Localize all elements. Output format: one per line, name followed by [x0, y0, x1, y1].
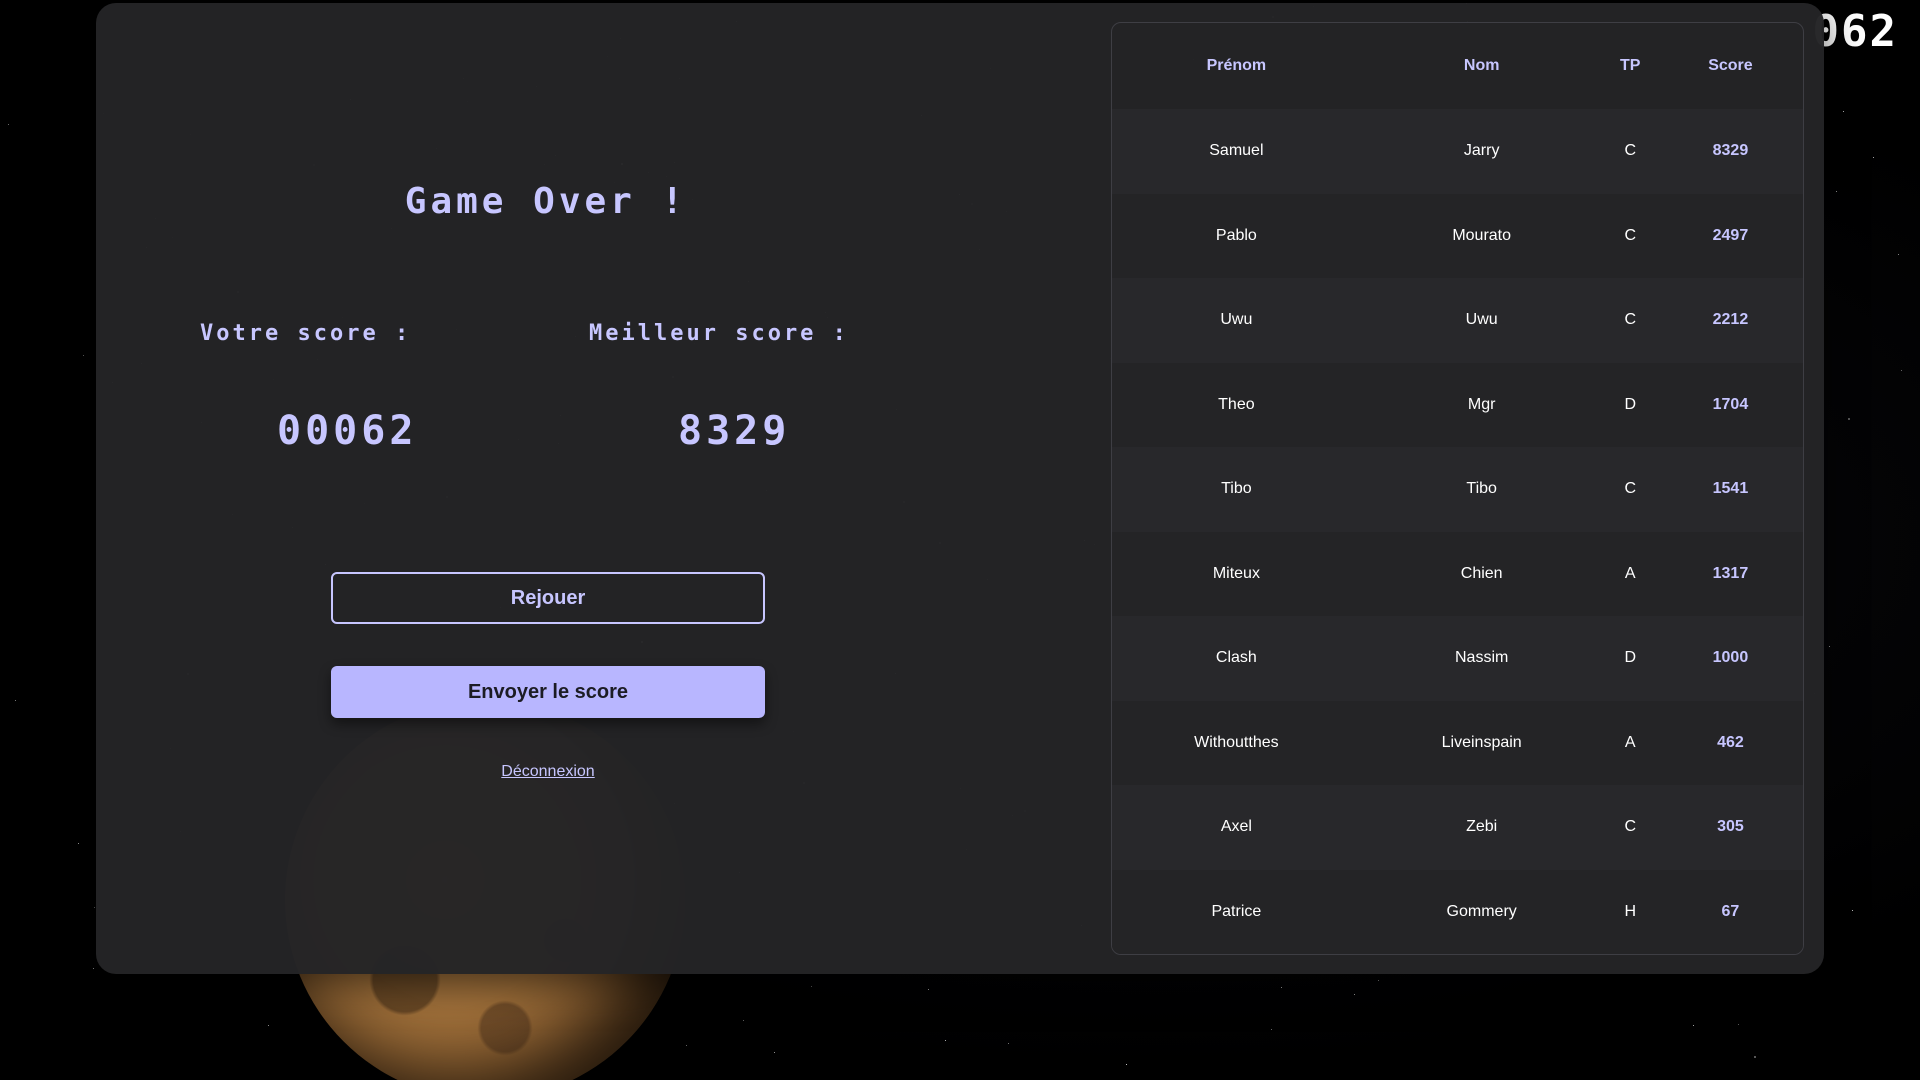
star [1901, 370, 1902, 371]
cell-nom: Nassim [1455, 649, 1509, 667]
cell-nom: Liveinspain [1441, 733, 1522, 751]
star [94, 907, 95, 908]
best-score-value: 8329 [678, 408, 791, 454]
cell-nom: Jarry [1463, 142, 1500, 160]
star [1848, 418, 1850, 420]
cell-nom: Mourato [1452, 226, 1512, 244]
cell-score: 8329 [1712, 142, 1749, 160]
cell-score: 305 [1717, 818, 1744, 836]
cell-prenom: Axel [1220, 818, 1252, 836]
star [945, 1040, 946, 1041]
table-row: Axel Zebi C 305 [1112, 785, 1803, 870]
table-row: Tibo Tibo C 1541 [1112, 447, 1803, 532]
leaderboard-header-row: Prénom Nom TP Score [1112, 23, 1803, 109]
your-score-label: Votre score : [200, 321, 412, 346]
star [1754, 1056, 1756, 1058]
cell-prenom: Uwu [1220, 311, 1253, 329]
table-row: Theo Mgr D 1704 [1112, 362, 1803, 447]
star [1852, 910, 1853, 911]
table-row: Patrice Gommery H 67 [1112, 869, 1803, 954]
star [1271, 1029, 1272, 1030]
star [83, 355, 84, 356]
star [1378, 980, 1379, 981]
star [811, 986, 812, 987]
star [8, 124, 9, 125]
cell-prenom: Patrice [1211, 902, 1262, 920]
star [93, 968, 94, 969]
cell-prenom: Miteux [1212, 564, 1260, 582]
your-score-value: 00062 [277, 408, 418, 454]
cell-tp: C [1624, 142, 1636, 160]
game-background: 062 Game Over ! Votre score : Meilleur s… [0, 0, 1920, 1080]
cell-tp: A [1624, 733, 1636, 751]
cell-prenom: Tibo [1221, 480, 1252, 498]
table-row: Miteux Chien A 1317 [1112, 531, 1803, 616]
cell-prenom: Pablo [1215, 226, 1257, 244]
star [686, 1045, 687, 1046]
star [15, 700, 16, 701]
cell-score: 2212 [1712, 311, 1749, 329]
cell-tp: D [1624, 395, 1636, 413]
cell-score: 2497 [1712, 226, 1749, 244]
star [1008, 1043, 1009, 1044]
cell-prenom: Theo [1218, 395, 1255, 413]
game-over-panel: Game Over ! Votre score : Meilleur score… [96, 3, 1824, 974]
column-header-prenom: Prénom [1206, 57, 1267, 74]
cell-tp: A [1624, 564, 1636, 582]
star [743, 1020, 744, 1021]
star [1738, 1024, 1739, 1025]
cell-score: 462 [1717, 733, 1744, 751]
cell-score: 67 [1721, 902, 1740, 920]
star [928, 989, 929, 990]
star [1693, 1025, 1694, 1026]
star [1126, 1064, 1127, 1065]
star [78, 843, 79, 844]
star [1829, 646, 1830, 647]
cell-tp: D [1624, 649, 1636, 667]
cell-prenom: Withoutthes [1194, 733, 1279, 751]
cell-nom: Mgr [1467, 395, 1496, 413]
game-over-title: Game Over ! [404, 181, 688, 222]
star [1873, 157, 1874, 158]
cell-prenom: Samuel [1209, 142, 1264, 160]
best-score-label: Meilleur score : [589, 321, 849, 346]
star [1836, 191, 1837, 192]
star [1354, 994, 1355, 995]
cell-score: 1317 [1712, 564, 1749, 582]
cell-tp: C [1624, 818, 1636, 836]
cell-tp: C [1624, 226, 1636, 244]
table-row: Samuel Jarry C 8329 [1112, 109, 1803, 194]
column-header-nom: Nom [1463, 57, 1500, 74]
cell-score: 1541 [1712, 480, 1749, 498]
column-header-tp: TP [1620, 57, 1641, 74]
cell-nom: Tibo [1466, 480, 1497, 498]
star [1281, 987, 1282, 988]
cell-nom: Chien [1460, 564, 1503, 582]
logout-link[interactable]: Déconnexion [331, 763, 765, 781]
star [1898, 254, 1899, 255]
cell-tp: H [1624, 902, 1636, 920]
results-section: Game Over ! Votre score : Meilleur score… [96, 3, 1096, 974]
cell-score: 1000 [1712, 649, 1749, 667]
cell-prenom: Clash [1215, 649, 1257, 667]
cell-nom: Uwu [1465, 311, 1498, 329]
cell-tp: C [1624, 480, 1636, 498]
star [268, 1025, 269, 1026]
cell-nom: Gommery [1446, 902, 1517, 920]
cell-tp: C [1624, 311, 1636, 329]
table-row: Withoutthes Liveinspain A 462 [1112, 700, 1803, 785]
replay-button[interactable]: Rejouer [331, 572, 765, 624]
table-row: Pablo Mourato C 2497 [1112, 193, 1803, 278]
leaderboard-table: Prénom Nom TP Score Samuel Jarry C 8329 … [1111, 22, 1804, 955]
table-row: Uwu Uwu C 2212 [1112, 278, 1803, 363]
live-score-counter: 062 [1812, 6, 1898, 57]
table-row: Clash Nassim D 1000 [1112, 616, 1803, 701]
star [1843, 111, 1844, 112]
cell-nom: Zebi [1466, 818, 1498, 836]
cell-score: 1704 [1712, 395, 1749, 413]
send-score-button[interactable]: Envoyer le score [331, 666, 765, 718]
column-header-score: Score [1708, 57, 1753, 74]
star [774, 1052, 775, 1053]
